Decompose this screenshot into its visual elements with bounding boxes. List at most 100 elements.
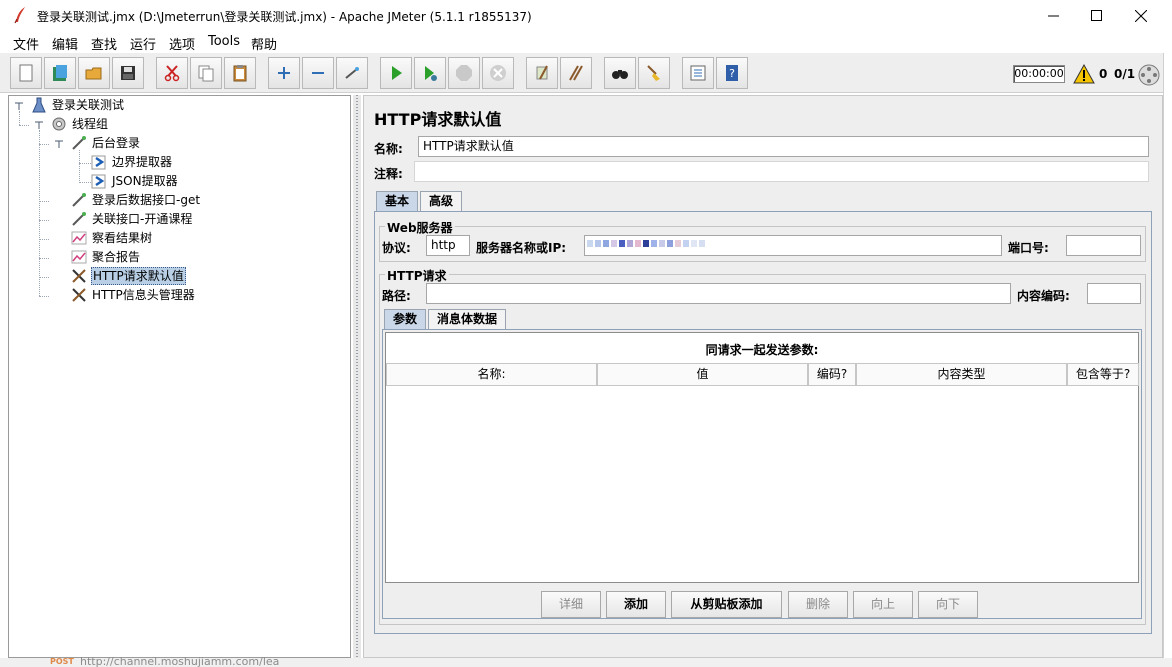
port-label: 端口号: — [1008, 241, 1049, 255]
add-from-clipboard-button[interactable]: 从剪贴板添加 — [671, 591, 782, 618]
tab-parameters[interactable]: 参数 — [384, 309, 427, 329]
tree-item-extractor[interactable]: JSON提取器 — [89, 172, 179, 190]
open-folder-icon — [85, 67, 102, 80]
content-encoding-label: 内容编码: — [1017, 289, 1070, 303]
http-defaults-panel: HTTP请求默认值 名称: HTTP请求默认值 注释: 基本 高级 Web服务器… — [363, 95, 1163, 658]
column-content-type[interactable]: 内容类型 — [856, 363, 1067, 386]
search-button[interactable] — [604, 57, 636, 89]
detail-button[interactable]: 详细 — [541, 591, 601, 618]
stop-button[interactable] — [448, 57, 480, 89]
menu-options[interactable]: 选项 — [169, 34, 195, 53]
background-url: http://channel.moshujiamm.com/lea — [80, 655, 280, 667]
http-request-group: HTTP请求 路径: 内容编码: 参数 消息体数据 同请求一起发送参数: 名称:… — [379, 267, 1146, 625]
config-tabs: 基本 高级 — [376, 191, 464, 211]
open-button[interactable] — [78, 57, 110, 89]
tree-toggle-icon[interactable] — [15, 101, 23, 110]
menu-bar: 文件 编辑 查找 运行 选项 Tools 帮助 — [0, 31, 1172, 53]
cut-button[interactable] — [156, 57, 188, 89]
play-no-pause-icon — [425, 66, 437, 81]
tree-toggle-icon[interactable] — [35, 120, 43, 129]
port-input[interactable] — [1066, 235, 1141, 256]
menu-run[interactable]: 运行 — [130, 34, 156, 53]
tab-body-data[interactable]: 消息体数据 — [428, 309, 507, 329]
protocol-input[interactable]: http — [426, 235, 470, 256]
clear-button[interactable] — [526, 57, 558, 89]
listener-graph-icon — [71, 250, 87, 264]
tree-item-thread-group[interactable]: 线程组 — [49, 115, 109, 133]
split-pane-divider[interactable] — [353, 95, 361, 658]
minimize-button[interactable] — [1030, 0, 1076, 31]
tree-item-label: JSON提取器 — [112, 174, 178, 188]
warning-count: 0 — [1099, 67, 1108, 81]
close-window-button[interactable] — [1118, 0, 1164, 31]
tree-toggle-icon[interactable] — [55, 139, 63, 148]
minimize-icon — [1047, 15, 1059, 17]
paste-button[interactable] — [224, 57, 256, 89]
listener-graph-icon — [71, 231, 87, 245]
content-encoding-input[interactable] — [1087, 283, 1141, 304]
new-button[interactable] — [10, 57, 42, 89]
scissors-icon — [164, 65, 180, 82]
parameters-tab-body: 同请求一起发送参数: 名称: 值 编码? 内容类型 包含等于? 详细 添加 从剪… — [382, 329, 1142, 619]
list-icon — [690, 65, 706, 81]
templates-icon — [53, 65, 67, 81]
tree-item-config-selected[interactable]: HTTP请求默认值 — [69, 267, 186, 285]
tree-item-label: 后台登录 — [92, 136, 141, 150]
maximize-button[interactable] — [1073, 0, 1119, 31]
tree-item-label: 察看结果树 — [92, 231, 153, 245]
tree-item-extractor[interactable]: 边界提取器 — [89, 153, 173, 171]
templates-button[interactable] — [44, 57, 76, 89]
tree-item-test-plan[interactable]: 登录关联测试 — [29, 96, 125, 114]
tree-item-sampler[interactable]: 登录后数据接口-get — [69, 191, 201, 209]
toggle-button[interactable] — [336, 57, 368, 89]
help-button[interactable]: ? — [716, 57, 748, 89]
warning-icon[interactable] — [1073, 64, 1095, 84]
maximize-icon — [1090, 10, 1102, 21]
menu-edit[interactable]: 编辑 — [52, 34, 78, 53]
start-no-pauses-button[interactable] — [414, 57, 446, 89]
tree-item-sampler[interactable]: 后台登录 — [69, 134, 141, 152]
tree-item-config[interactable]: HTTP信息头管理器 — [69, 286, 196, 304]
column-encode[interactable]: 编码? — [808, 363, 856, 386]
tree-item-listener[interactable]: 聚合报告 — [69, 248, 141, 266]
column-include-equals[interactable]: 包含等于? — [1067, 363, 1139, 386]
parameters-table[interactable]: 同请求一起发送参数: 名称: 值 编码? 内容类型 包含等于? — [385, 332, 1139, 583]
column-name[interactable]: 名称: — [386, 363, 597, 386]
shutdown-button[interactable] — [482, 57, 514, 89]
play-icon — [392, 66, 402, 80]
tree-item-label: 登录后数据接口-get — [92, 193, 201, 207]
close-icon — [1135, 9, 1147, 22]
column-value[interactable]: 值 — [597, 363, 808, 386]
path-input[interactable] — [426, 283, 1011, 304]
save-button[interactable] — [112, 57, 144, 89]
expand-all-button[interactable] — [268, 57, 300, 89]
comment-label: 注释: — [374, 167, 403, 181]
tab-basic[interactable]: 基本 — [376, 191, 419, 211]
plus-icon — [278, 67, 290, 79]
broom-clear-all-icon — [569, 65, 583, 81]
basic-tab-body: Web服务器 协议: http 服务器名称或IP: 端口号: HTTP请求 路径… — [374, 211, 1152, 634]
test-plan-tree[interactable]: 登录关联测试 线程组 后台登录 边界提取器 JSON提取器 登录后数据接口-ge… — [8, 95, 351, 658]
menu-tools[interactable]: Tools — [208, 34, 240, 49]
menu-help[interactable]: 帮助 — [251, 34, 277, 53]
function-helper-button[interactable] — [682, 57, 714, 89]
tree-item-listener[interactable]: 察看结果树 — [69, 229, 153, 247]
menu-search[interactable]: 查找 — [91, 34, 117, 53]
reset-search-button[interactable] — [638, 57, 670, 89]
broom-icon — [647, 65, 660, 81]
extractor-icon — [91, 174, 106, 189]
start-button[interactable] — [380, 57, 412, 89]
add-button[interactable]: 添加 — [606, 591, 666, 618]
copy-button[interactable] — [190, 57, 222, 89]
move-down-button[interactable]: 向下 — [918, 591, 978, 618]
comment-input[interactable] — [414, 161, 1149, 182]
clear-all-button[interactable] — [560, 57, 592, 89]
delete-button[interactable]: 删除 — [788, 591, 848, 618]
tree-item-sampler[interactable]: 关联接口-开通课程 — [69, 210, 193, 228]
protocol-label: 协议: — [382, 241, 411, 255]
tab-advanced[interactable]: 高级 — [420, 191, 463, 211]
collapse-all-button[interactable] — [302, 57, 334, 89]
move-up-button[interactable]: 向上 — [853, 591, 913, 618]
name-input[interactable]: HTTP请求默认值 — [418, 136, 1149, 157]
menu-file[interactable]: 文件 — [13, 34, 39, 53]
